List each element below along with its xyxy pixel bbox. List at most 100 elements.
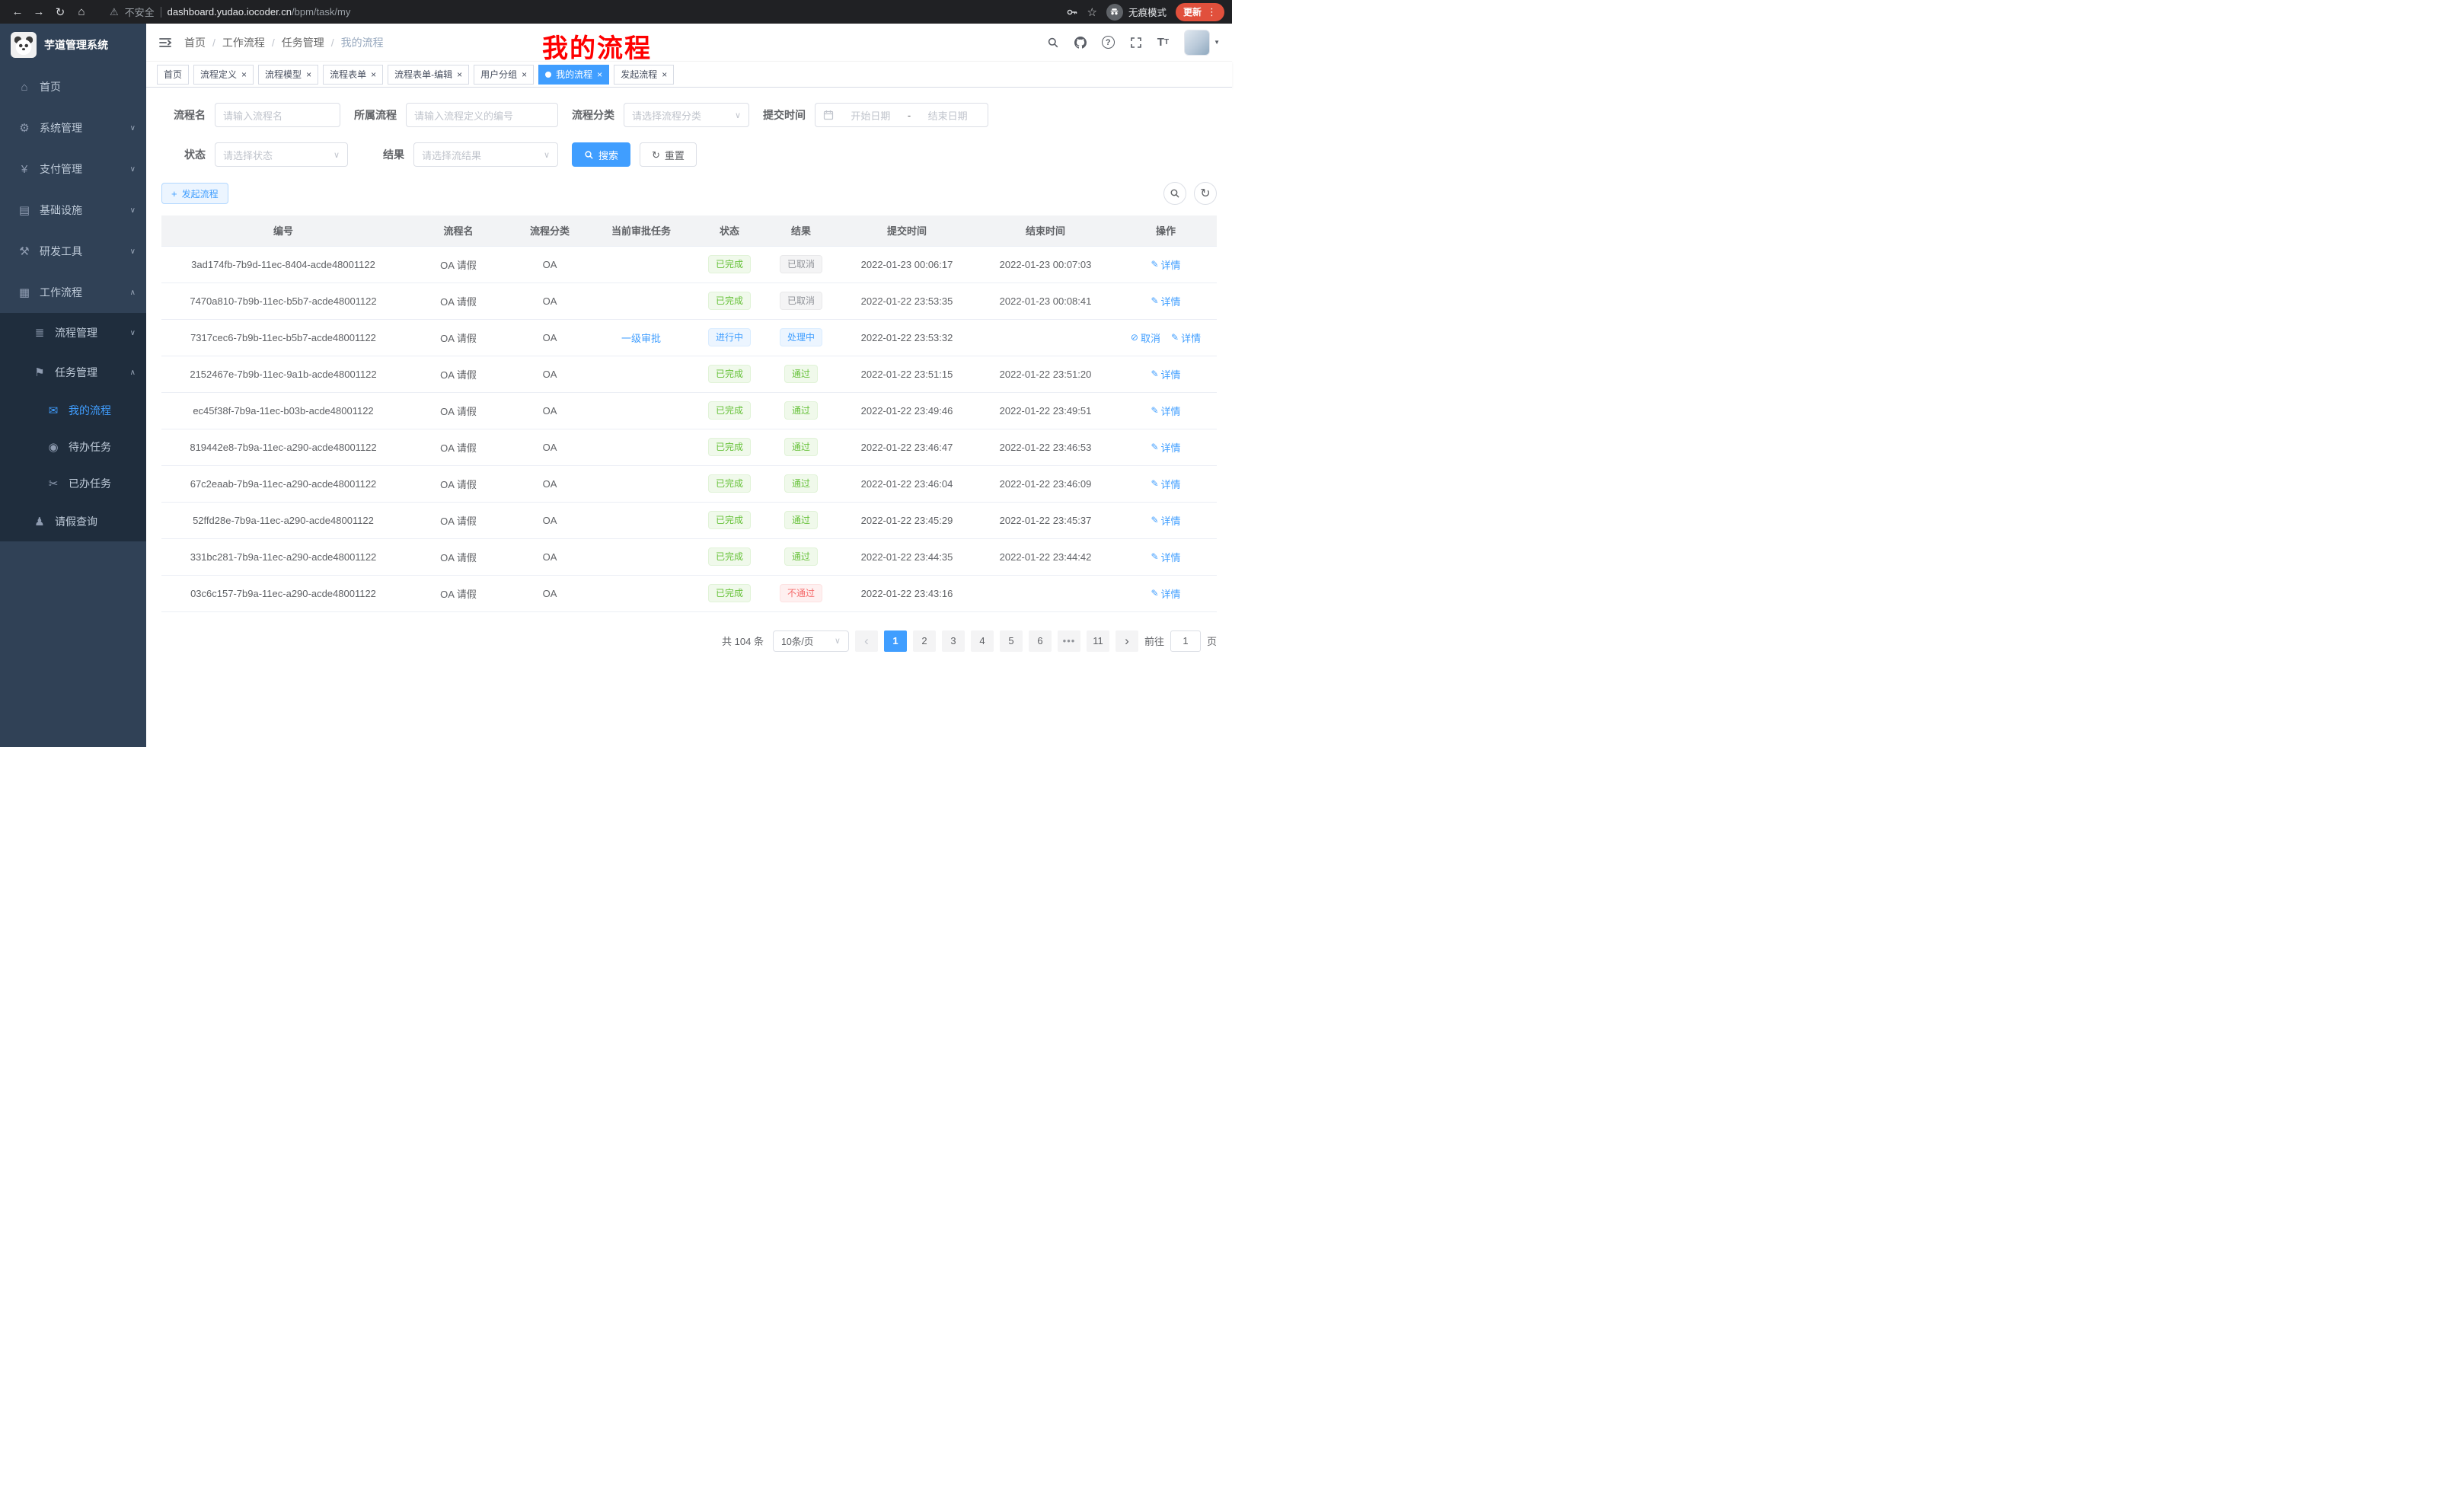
cell-actions: ✎详情	[1115, 575, 1217, 611]
next-page-button[interactable]: ›	[1116, 630, 1138, 652]
help-icon[interactable]: ?	[1102, 36, 1115, 49]
sidebar-item-home[interactable]: ⌂首页	[0, 66, 146, 107]
sidebar-item-todo-tasks[interactable]: ◉待办任务	[0, 429, 146, 465]
browser-home-icon[interactable]: ⌂	[72, 2, 91, 22]
incognito-badge[interactable]: 无痕模式	[1106, 4, 1167, 21]
start-process-button[interactable]: + 发起流程	[161, 183, 228, 204]
detail-link[interactable]: ✎详情	[1151, 294, 1180, 308]
end-date-placeholder[interactable]: 结束日期	[915, 108, 980, 123]
submit-time-range-picker[interactable]: 开始日期 - 结束日期	[815, 103, 988, 127]
close-icon[interactable]: ×	[522, 70, 527, 79]
security-label[interactable]: 不安全	[125, 5, 155, 19]
page-button-6[interactable]: 6	[1029, 630, 1052, 652]
tab-process-form-edit[interactable]: 流程表单-编辑×	[388, 65, 469, 85]
close-icon[interactable]: ×	[457, 70, 462, 79]
current-task-link[interactable]: 一级审批	[621, 333, 661, 344]
reset-button[interactable]: ↻ 重置	[640, 142, 697, 167]
close-icon[interactable]: ×	[306, 70, 311, 79]
chevron-up-icon: ∧	[130, 369, 136, 377]
app-logo[interactable]: 芋道管理系统	[0, 24, 146, 66]
update-button[interactable]: 更新 ⋮	[1176, 3, 1224, 21]
detail-link[interactable]: ✎详情	[1151, 257, 1180, 272]
sidebar-item-task-management[interactable]: ⚑任务管理∧	[0, 353, 146, 392]
font-size-icon[interactable]: TT	[1157, 36, 1169, 49]
browser-menu-icon[interactable]: ⋮	[1207, 6, 1217, 18]
tab-process-definition[interactable]: 流程定义×	[193, 65, 254, 85]
cell-category: OA	[512, 575, 588, 611]
security-warning-icon: ⚠	[110, 6, 119, 18]
detail-link[interactable]: ✎详情	[1151, 367, 1180, 381]
page-button-2[interactable]: 2	[913, 630, 936, 652]
forward-icon[interactable]: →	[29, 2, 49, 22]
bookmark-star-icon[interactable]: ☆	[1087, 5, 1097, 19]
github-icon[interactable]	[1074, 37, 1087, 49]
sidebar-item-infrastructure[interactable]: ▤基础设施∨	[0, 190, 146, 231]
breadcrumb-item[interactable]: 任务管理	[282, 35, 324, 50]
sidebar-item-system[interactable]: ⚙系统管理∨	[0, 107, 146, 148]
detail-link[interactable]: ✎详情	[1171, 330, 1201, 345]
tab-start-process[interactable]: 发起流程×	[614, 65, 674, 85]
close-icon[interactable]: ×	[662, 70, 667, 79]
toggle-search-button[interactable]	[1163, 182, 1186, 205]
detail-link[interactable]: ✎详情	[1151, 513, 1180, 528]
status-select[interactable]: 请选择状态 ∨	[215, 142, 348, 167]
back-icon[interactable]: ←	[8, 2, 27, 22]
sidebar-item-devtools[interactable]: ⚒研发工具∨	[0, 231, 146, 272]
detail-link[interactable]: ✎详情	[1151, 440, 1180, 455]
search-button[interactable]: 搜索	[572, 142, 630, 167]
page-size-select[interactable]: 10条/页 ∨	[773, 630, 849, 652]
sidebar-item-leave-query[interactable]: ♟请假查询	[0, 502, 146, 541]
sidebar-item-workflow[interactable]: ▦工作流程∧	[0, 272, 146, 313]
detail-link[interactable]: ✎详情	[1151, 477, 1180, 491]
page-button-5[interactable]: 5	[1000, 630, 1023, 652]
url-path[interactable]: /bpm/task/my	[292, 6, 350, 18]
password-key-icon[interactable]	[1066, 6, 1078, 18]
detail-link[interactable]: ✎详情	[1151, 550, 1180, 564]
page-button-3[interactable]: 3	[942, 630, 965, 652]
prev-page-button[interactable]: ‹	[855, 630, 878, 652]
cell-actions: ✎详情	[1115, 283, 1217, 319]
address-bar[interactable]: ⚠ 不安全 dashboard.yudao.iocoder.cn/bpm/tas…	[101, 2, 1057, 21]
leave-icon: ♟	[30, 515, 49, 528]
close-icon[interactable]: ×	[241, 70, 247, 79]
process-name-input[interactable]: 请输入流程名	[215, 103, 340, 127]
tab-user-group[interactable]: 用户分组×	[474, 65, 534, 85]
sidebar-item-process-management[interactable]: ≣流程管理∨	[0, 313, 146, 353]
tab-my-process[interactable]: 我的流程×	[538, 65, 609, 85]
hamburger-icon[interactable]	[158, 36, 172, 49]
status-tag: 已完成	[708, 547, 751, 566]
detail-link[interactable]: ✎详情	[1151, 586, 1180, 601]
column-header: 结果	[764, 215, 838, 246]
search-icon[interactable]	[1047, 37, 1059, 49]
page-button-more[interactable]: •••	[1058, 630, 1080, 652]
parent-process-label: 所属流程	[354, 107, 406, 123]
url-host[interactable]: dashboard.yudao.iocoder.cn	[168, 6, 292, 18]
refresh-table-button[interactable]: ↻	[1194, 182, 1217, 205]
goto-page-input[interactable]: 1	[1170, 630, 1201, 652]
cancel-link[interactable]: ⊘取消	[1131, 330, 1160, 345]
close-icon[interactable]: ×	[597, 70, 602, 79]
page-button-1[interactable]: 1	[884, 630, 907, 652]
user-menu[interactable]: ▼	[1184, 30, 1220, 56]
page-button-4[interactable]: 4	[971, 630, 994, 652]
page-button-11[interactable]: 11	[1087, 630, 1109, 652]
breadcrumb-item[interactable]: 首页	[184, 35, 206, 50]
sidebar-item-my-process[interactable]: ✉我的流程	[0, 392, 146, 429]
tab-home[interactable]: 首页	[157, 65, 189, 85]
tab-process-form[interactable]: 流程表单×	[323, 65, 383, 85]
result-select[interactable]: 请选择流结果 ∨	[413, 142, 558, 167]
cell-submit-time: 2022-01-22 23:51:15	[838, 356, 976, 392]
start-date-placeholder[interactable]: 开始日期	[838, 108, 903, 123]
detail-link[interactable]: ✎详情	[1151, 404, 1180, 418]
sidebar-item-done-tasks[interactable]: ✂已办任务	[0, 465, 146, 502]
sidebar-item-payment[interactable]: ¥支付管理∨	[0, 148, 146, 190]
close-icon[interactable]: ×	[371, 70, 376, 79]
tab-process-model[interactable]: 流程模型×	[258, 65, 318, 85]
category-select[interactable]: 请选择流程分类 ∨	[624, 103, 749, 127]
parent-process-input[interactable]: 请输入流程定义的编号	[406, 103, 558, 127]
breadcrumb-item[interactable]: 工作流程	[222, 35, 265, 50]
reload-icon[interactable]: ↻	[50, 2, 70, 22]
cell-process-name: OA 请假	[405, 538, 512, 575]
fullscreen-icon[interactable]	[1130, 37, 1142, 49]
process-name-label: 流程名	[161, 107, 215, 123]
